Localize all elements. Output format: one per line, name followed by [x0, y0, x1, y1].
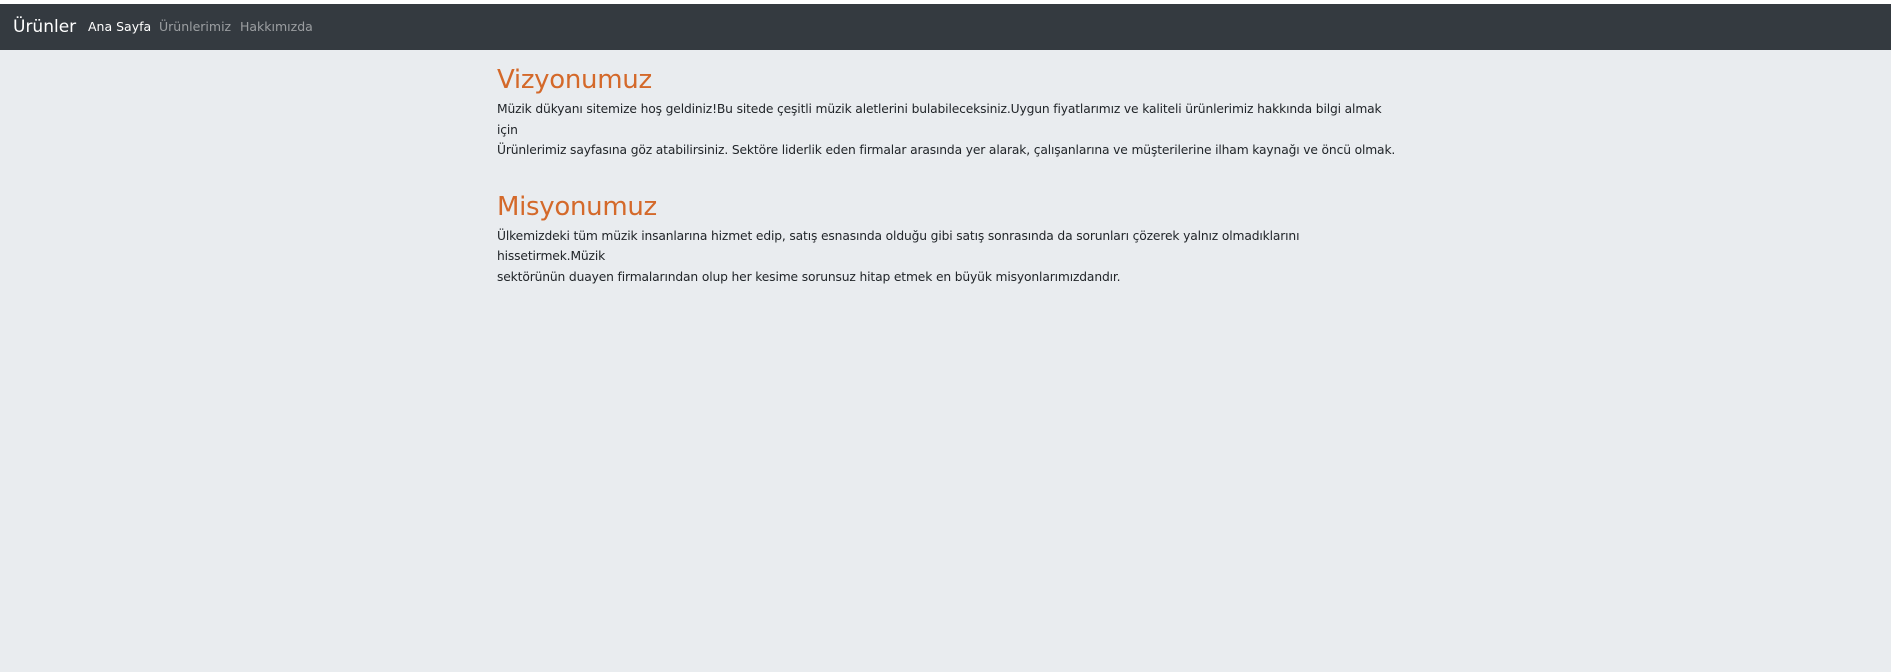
vision-section: Vizyonumuz Müzik dükyanı sitemize hoş ge… — [497, 64, 1397, 161]
nav-link-urunlerimiz[interactable]: Ürünlerimiz — [159, 19, 231, 35]
mission-section: Misyonumuz Ülkemizdeki tüm müzik insanla… — [497, 191, 1397, 288]
mission-text-line-2: sektörünün duayen firmalarından olup her… — [497, 269, 1121, 284]
vision-text: Müzik dükyanı sitemize hoş geldiniz!Bu s… — [497, 99, 1397, 161]
main-content: Vizyonumuz Müzik dükyanı sitemize hoş ge… — [497, 64, 1397, 287]
mission-heading: Misyonumuz — [497, 191, 657, 222]
nav-link-hakkimizda[interactable]: Hakkımızda — [240, 19, 313, 35]
navbar-brand[interactable]: Ürünler — [13, 16, 76, 38]
vision-text-line-1: Müzik dükyanı sitemize hoş geldiniz!Bu s… — [497, 102, 1382, 137]
mission-text-line-1: Ülkemizdeki tüm müzik insanlarına hizmet… — [497, 228, 1300, 264]
mission-text: Ülkemizdeki tüm müzik insanlarına hizmet… — [497, 226, 1397, 288]
navbar: Ürünler Ana Sayfa Ürünlerimiz Hakkımızda — [0, 4, 1891, 50]
nav-link-ana-sayfa[interactable]: Ana Sayfa — [88, 19, 151, 35]
vision-heading: Vizyonumuz — [497, 65, 652, 95]
vision-text-line-2: Ürünlerimiz sayfasına göz atabilirsiniz.… — [497, 143, 1396, 157]
